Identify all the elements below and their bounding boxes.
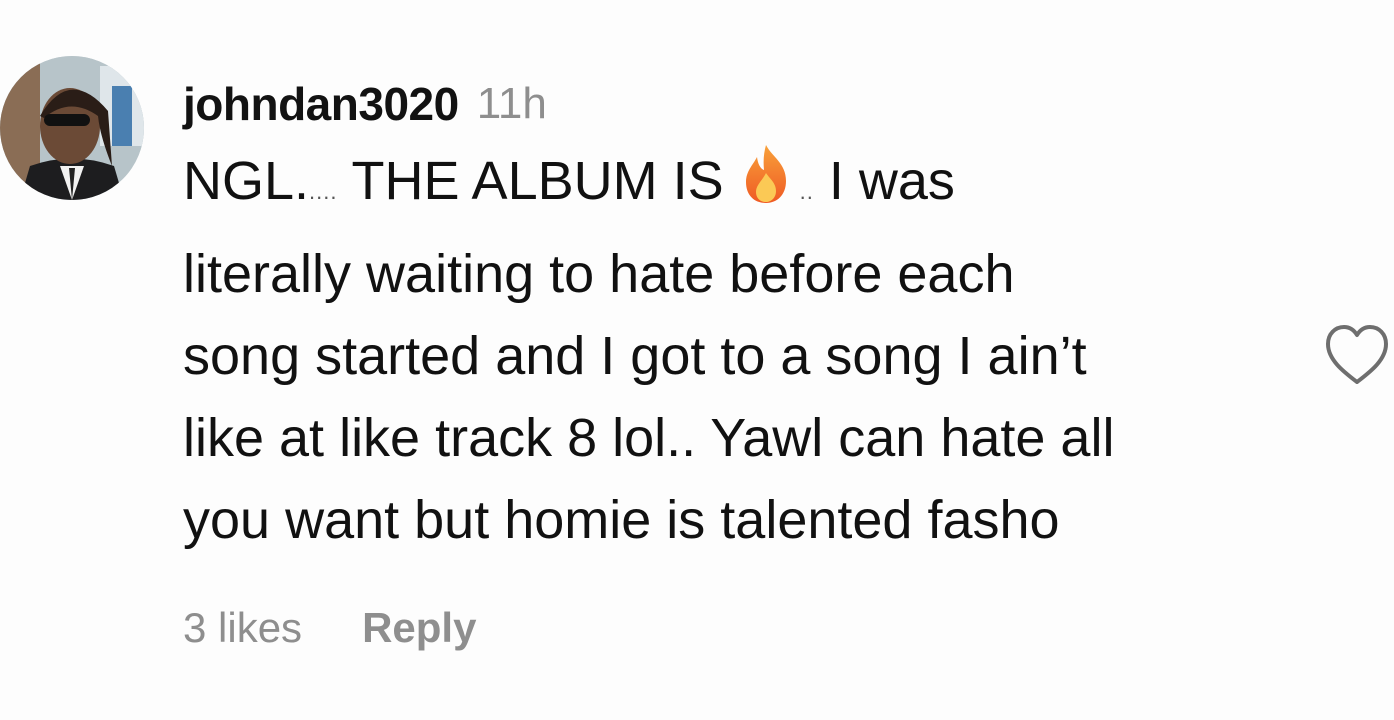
comment-line-3: song started and I got to a song I ain’t	[183, 326, 1087, 386]
timestamp: 11h	[476, 79, 547, 128]
text-part-i-was: I was	[828, 151, 955, 211]
comment: johndan3020 11h NGL..... THE ALBUM IS ..…	[0, 0, 1394, 720]
comment-footer: 3 likes Reply	[183, 604, 476, 652]
comment-line-1: NGL..... THE ALBUM IS .. I was	[183, 140, 1303, 233]
text-part-album: THE ALBUM IS	[351, 151, 724, 211]
comment-line-5: you want but homie is talented fasho	[183, 490, 1060, 550]
username[interactable]: johndan3020	[183, 77, 459, 131]
comment-line-4: like at like track 8 lol.. Yawl can hate…	[183, 408, 1115, 468]
reply-button[interactable]: Reply	[362, 604, 476, 652]
likes-count[interactable]: 3 likes	[183, 604, 302, 652]
text-dots: ....	[309, 179, 338, 204]
text-part-ngl: NGL.	[183, 151, 310, 211]
avatar[interactable]	[0, 56, 144, 200]
text-mid-dots: ..	[799, 179, 814, 204]
comment-body: johndan3020 11h NGL..... THE ALBUM IS ..…	[183, 68, 1303, 561]
avatar-image	[0, 56, 144, 200]
fire-icon	[742, 143, 790, 228]
comment-text: NGL..... THE ALBUM IS .. I was literally…	[183, 140, 1303, 561]
heart-icon[interactable]	[1322, 322, 1392, 388]
comment-header: johndan3020 11h	[183, 68, 1303, 140]
comment-line-2: literally waiting to hate before each	[183, 244, 1015, 304]
